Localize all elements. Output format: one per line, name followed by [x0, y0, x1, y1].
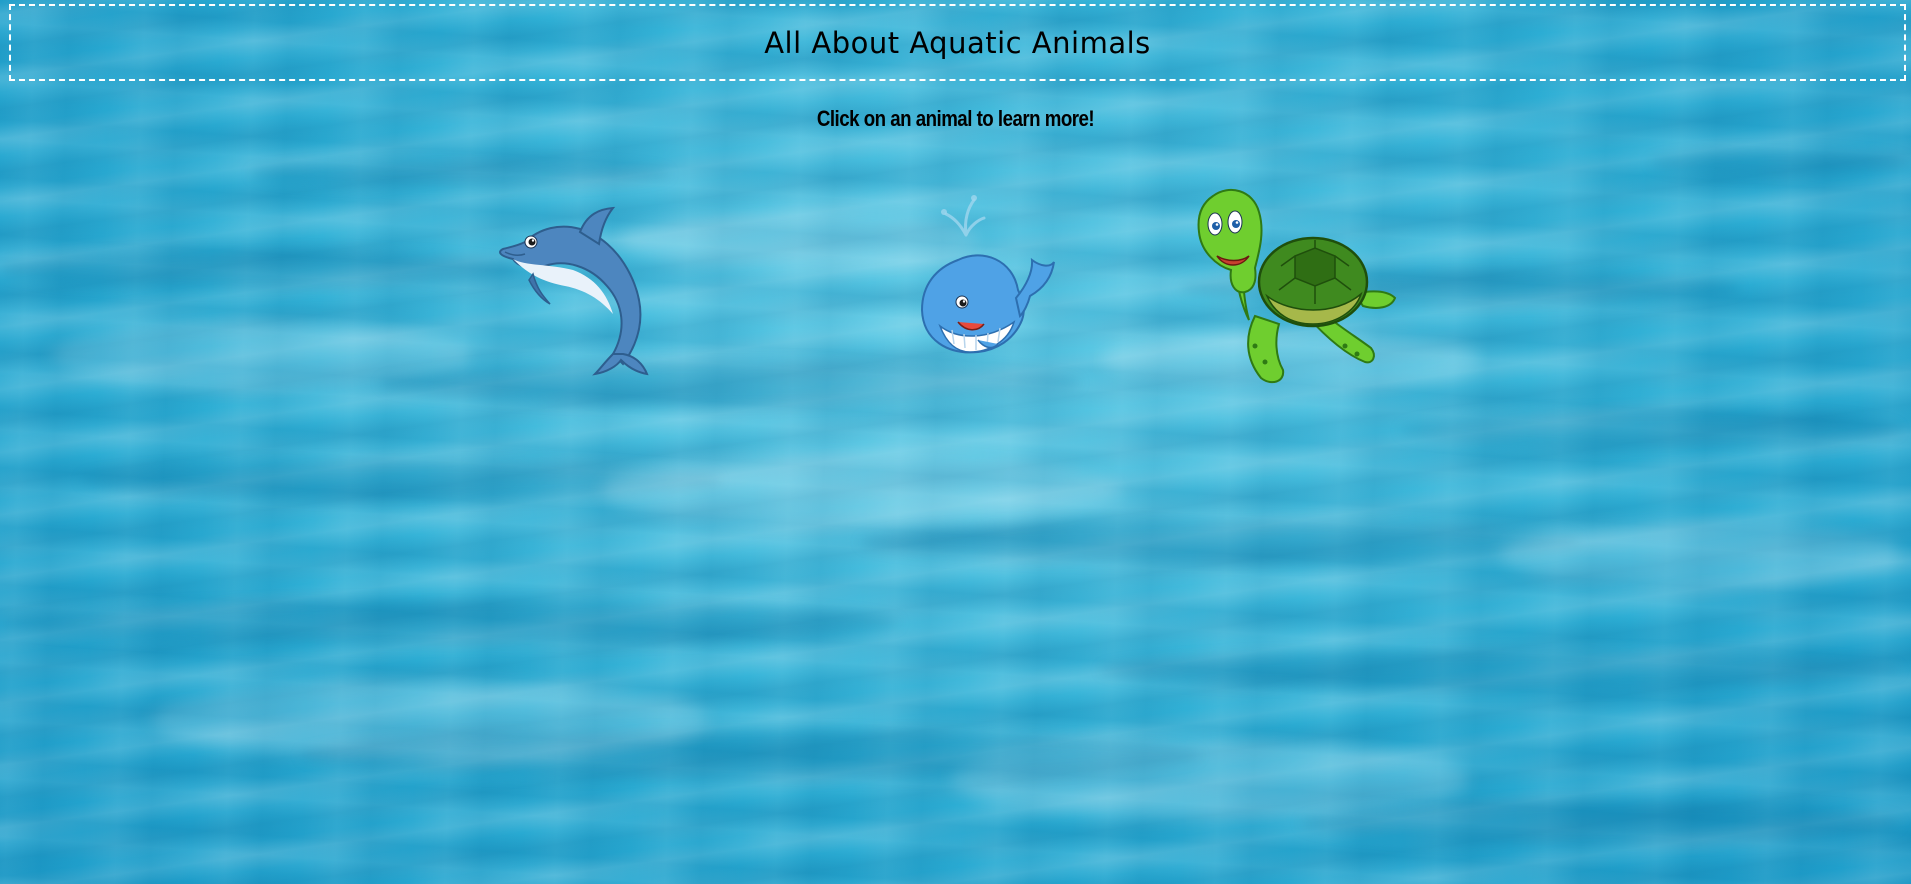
dolphin-icon — [499, 206, 649, 376]
turtle-button[interactable] — [1195, 186, 1398, 386]
page-title: All About Aquatic Animals — [764, 26, 1151, 60]
turtle-icon — [1197, 188, 1397, 384]
whale-icon — [920, 195, 1055, 354]
instruction-text: Click on an animal to learn more! — [816, 106, 1095, 131]
dolphin-button[interactable] — [495, 204, 670, 376]
title-banner: All About Aquatic Animals — [9, 4, 1906, 81]
whale-button[interactable] — [918, 190, 1055, 376]
